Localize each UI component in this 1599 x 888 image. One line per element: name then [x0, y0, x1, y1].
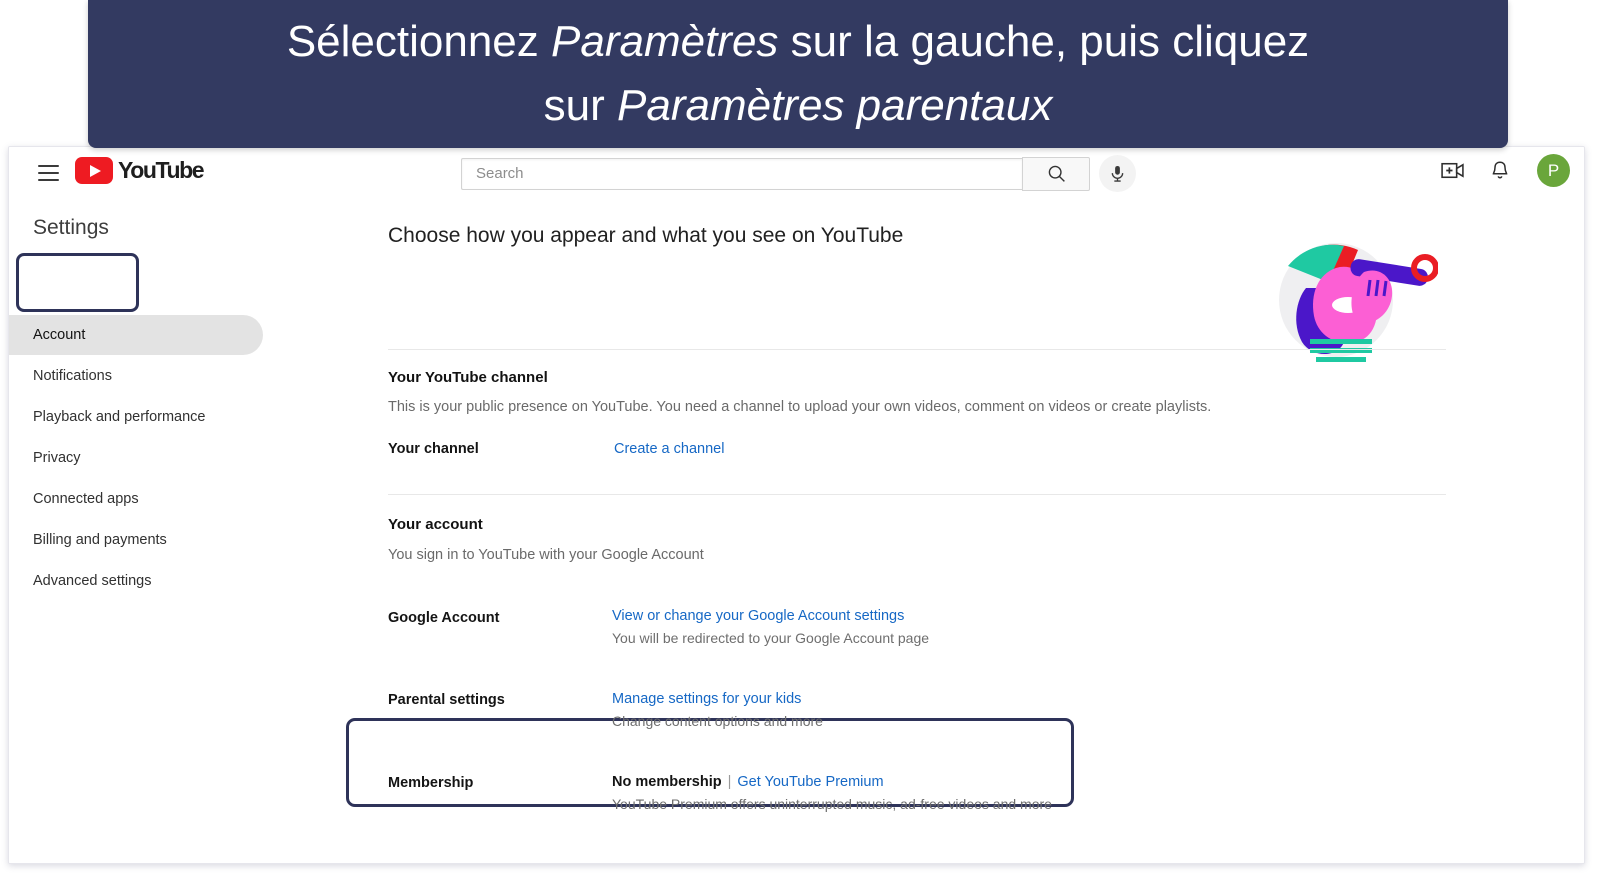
section-title-account: Your account	[388, 516, 483, 533]
bell-glyph	[1492, 160, 1508, 178]
row-label-membership: Membership	[388, 775, 474, 791]
bell-icon[interactable]	[1487, 158, 1513, 184]
sidebar-item-label: Advanced settings	[33, 573, 152, 589]
hamburger-bar-1	[37, 165, 59, 167]
sidebar-item-playback-and-performance[interactable]: Playback and performance	[9, 397, 263, 437]
parental-settings-sub-text: Change content options and more	[612, 713, 823, 729]
microphone-icon[interactable]	[1099, 155, 1136, 192]
parental-settings-highlight-annotation	[346, 718, 1074, 807]
page-title: Settings	[33, 216, 109, 239]
microphone-glyph	[1111, 165, 1124, 182]
sidebar-item-label: Playback and performance	[33, 409, 206, 425]
instruction-line1-before: Sélectionnez	[286, 17, 551, 67]
settings-highlight-annotation	[16, 253, 139, 312]
sidebar-item-label: Account	[33, 327, 86, 343]
play-button-icon	[75, 157, 113, 184]
search-glyph	[1048, 165, 1065, 182]
membership-separator: |	[727, 774, 732, 790]
instruction-banner: Sélectionnez Paramètres sur la gauche, p…	[88, 0, 1508, 148]
sidebar-item-label: Billing and payments	[33, 532, 167, 548]
sidebar-item-label: Privacy	[33, 450, 81, 466]
membership-sub-text: YouTube Premium offers uninterrupted mus…	[612, 796, 1052, 812]
sidebar-item-label: Notifications	[33, 368, 112, 384]
sidebar-item-label: Connected apps	[33, 491, 139, 507]
sidebar-item-privacy[interactable]: Privacy	[9, 438, 263, 478]
instruction-text: Sélectionnez Paramètres sur la gauche, p…	[261, 10, 1335, 138]
instruction-line2-before: sur	[543, 81, 617, 130]
instruction-line2-emphasis: Paramètres parentaux	[617, 81, 1053, 130]
search-bar	[461, 155, 1136, 192]
google-account-settings-link[interactable]: View or change your Google Account setti…	[612, 608, 904, 624]
sidebar-nav: Account Notifications Playback and perfo…	[9, 315, 263, 601]
section-title-channel: Your YouTube channel	[388, 369, 548, 386]
membership-status: No membership	[612, 774, 722, 790]
divider-middle	[388, 494, 1446, 495]
sidebar-item-connected-apps[interactable]: Connected apps	[9, 479, 263, 519]
search-icon[interactable]	[1022, 156, 1090, 191]
browser-screenshot-frame: YouTube Search P Settings Account Notifi…	[8, 146, 1585, 864]
content-heading: Choose how you appear and what you see o…	[388, 224, 904, 247]
row-label-your-channel: Your channel	[388, 441, 479, 457]
row-label-parental-settings: Parental settings	[388, 692, 505, 708]
hamburger-bar-3	[37, 179, 59, 181]
hamburger-bar-2	[37, 172, 59, 174]
divider-top	[388, 349, 1446, 350]
youtube-masthead: YouTube Search P	[9, 147, 1584, 199]
settings-main-content: Choose how you appear and what you see o…	[263, 198, 1584, 863]
youtube-wordmark: YouTube	[118, 157, 205, 183]
sidebar-item-notifications[interactable]: Notifications	[9, 356, 263, 396]
create-video-glyph	[1440, 162, 1464, 179]
masthead-actions: P	[1439, 154, 1570, 187]
search-input[interactable]	[474, 164, 1022, 183]
sidebar-item-billing-and-payments[interactable]: Billing and payments	[9, 520, 263, 560]
google-account-sub-text: You will be redirected to your Google Ac…	[612, 630, 930, 646]
get-youtube-premium-link[interactable]: Get YouTube Premium	[737, 774, 883, 790]
create-a-channel-link[interactable]: Create a channel	[614, 441, 724, 457]
create-video-icon[interactable]	[1439, 158, 1465, 184]
sidebar-item-advanced-settings[interactable]: Advanced settings	[9, 561, 263, 601]
avatar[interactable]: P	[1537, 154, 1570, 187]
settings-sidebar: Settings Account Notifications Playback …	[9, 198, 264, 863]
sidebar-item-account[interactable]: Account	[9, 315, 263, 355]
section-desc-account: You sign in to YouTube with your Google …	[388, 547, 704, 563]
manage-settings-for-your-kids-link[interactable]: Manage settings for your kids	[612, 691, 801, 707]
instruction-line1-emphasis: Paramètres	[551, 17, 779, 67]
search-input-container[interactable]	[461, 157, 1022, 190]
hamburger-menu-icon[interactable]	[31, 156, 65, 190]
row-label-google-account: Google Account	[388, 610, 500, 626]
youtube-logo[interactable]: YouTube	[75, 157, 205, 184]
instruction-line1-after: sur la gauche, puis cliquez	[778, 17, 1310, 67]
membership-value-row: No membership | Get YouTube Premium	[612, 774, 884, 790]
section-desc-channel: This is your public presence on YouTube.…	[388, 399, 1212, 415]
